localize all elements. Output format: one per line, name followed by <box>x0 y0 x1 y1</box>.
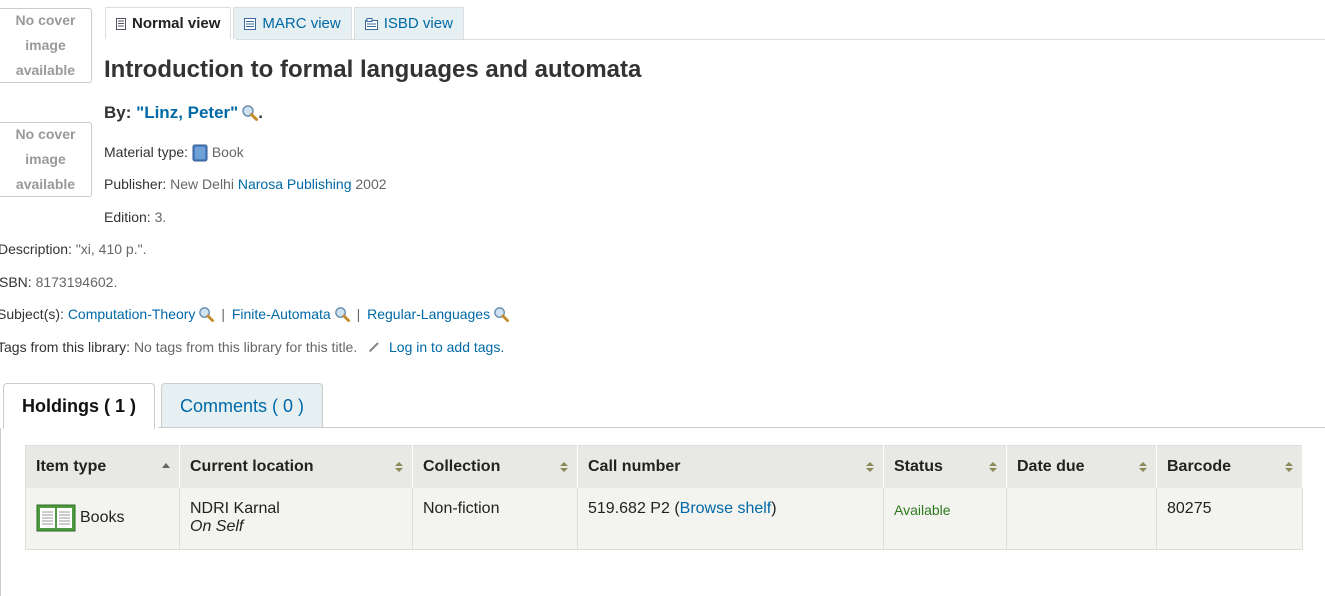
cell-status: Available <box>883 487 1007 550</box>
column-header-call-number[interactable]: Call number <box>577 445 884 488</box>
sort-both-icon <box>989 462 997 472</box>
cell-barcode: 80275 <box>1156 487 1303 550</box>
sublocation-value: On Self <box>190 517 244 535</box>
open-book-icon <box>36 504 76 531</box>
tab-divider <box>236 39 1325 40</box>
column-header-current-location[interactable]: Current location <box>179 445 413 488</box>
subject-separator: | <box>221 306 225 322</box>
column-header-barcode[interactable]: Barcode <box>1156 445 1303 488</box>
tags-label: Tags from this library: <box>0 339 131 355</box>
description-value: "xi, 410 p.". <box>75 241 147 257</box>
sort-both-icon <box>1285 462 1293 472</box>
location-value: NDRI Karnal <box>190 499 280 517</box>
column-header-collection[interactable]: Collection <box>412 445 578 488</box>
panel-border <box>0 428 1 596</box>
tab-marc-view[interactable]: MARC view <box>233 7 352 39</box>
subject-link[interactable]: Regular-Languages <box>367 306 490 322</box>
search-icon[interactable] <box>493 306 510 322</box>
search-icon[interactable] <box>198 306 215 322</box>
publisher-row: Publisher: New Delhi Narosa Publishing 2… <box>104 176 387 192</box>
publisher-year: 2002 <box>355 176 387 192</box>
tags-text: No tags from this library for this title… <box>133 339 358 355</box>
sort-both-icon <box>1139 462 1147 472</box>
holdings-table: Item type Current location Collection Ca… <box>25 445 1303 550</box>
description-row: Description: "xi, 410 p.". <box>0 241 146 257</box>
publisher-place: New Delhi <box>170 176 234 192</box>
publisher-label: Publisher: <box>104 176 167 192</box>
browse-shelf-link[interactable]: Browse shelf <box>680 500 772 517</box>
cell-location: NDRI Karnal On Self <box>179 487 413 550</box>
tab-label: MARC view <box>262 15 341 32</box>
isbn-value: 8173194602. <box>35 274 118 290</box>
cover-text-line: available <box>15 62 76 78</box>
column-header-status[interactable]: Status <box>883 445 1007 488</box>
cell-item-type: Books <box>25 487 180 550</box>
isbn-row: SBN: 8173194602. <box>0 274 117 290</box>
book-icon <box>192 144 208 162</box>
cover-image-placeholder: No cover image available <box>0 8 92 83</box>
author-line: By: "Linz, Peter". <box>104 103 263 123</box>
subjects-label: Subject(s): <box>0 306 64 322</box>
publisher-link[interactable]: Narosa Publishing <box>238 176 352 192</box>
edition-label: Edition: <box>104 209 151 225</box>
tab-label: ISBD view <box>383 15 453 32</box>
item-type-value: Books <box>80 508 125 526</box>
sort-both-icon <box>395 462 403 472</box>
subjects-row: Subject(s): Computation-Theory | Finite-… <box>0 306 510 322</box>
holdings-tabs: Holdings ( 1 ) Comments ( 0 ) <box>3 383 329 429</box>
isbn-label: SBN: <box>0 274 32 290</box>
call-number-value: 519.682 P2 <box>588 499 670 517</box>
column-header-item-type[interactable]: Item type <box>25 445 180 488</box>
by-label: By: <box>104 103 132 122</box>
cover-text-line: image <box>25 37 66 53</box>
tab-holdings[interactable]: Holdings ( 1 ) <box>3 383 155 429</box>
record-title: Introduction to formal languages and aut… <box>104 56 642 83</box>
column-header-date-due[interactable]: Date due <box>1006 445 1157 488</box>
sort-both-icon <box>560 462 568 472</box>
subject-link[interactable]: Computation-Theory <box>68 306 196 322</box>
isbd-card-icon <box>364 17 378 30</box>
marc-list-icon <box>244 17 257 30</box>
material-type-row: Material type: Book <box>104 144 244 162</box>
tab-comments[interactable]: Comments ( 0 ) <box>161 383 324 428</box>
author-link[interactable]: "Linz, Peter" <box>136 103 238 122</box>
cover-text-line: available <box>15 176 76 192</box>
sort-asc-icon <box>162 463 170 468</box>
subject-separator: | <box>356 306 361 322</box>
cell-date-due <box>1006 487 1157 550</box>
table-header-row: Item type Current location Collection Ca… <box>25 445 1303 488</box>
edition-row: Edition: 3. <box>104 209 166 225</box>
tag-pencil-icon <box>369 342 379 352</box>
document-icon <box>116 17 126 30</box>
tags-row: Tags from this library: No tags from thi… <box>0 339 504 355</box>
login-to-add-tags-link[interactable]: Log in to add tags. <box>389 339 504 355</box>
cover-text-line: No cover <box>15 12 76 28</box>
search-icon[interactable] <box>334 306 350 322</box>
tab-label: Normal view <box>132 15 221 32</box>
material-type-label: Material type: <box>104 144 189 160</box>
search-icon[interactable] <box>241 104 259 121</box>
tab-isbd-view[interactable]: ISBD view <box>353 7 464 39</box>
table-row: Books NDRI Karnal On Self Non-fiction 51… <box>25 487 1303 550</box>
status-badge: Available <box>894 501 951 518</box>
tab-normal-view[interactable]: Normal view <box>105 7 232 39</box>
view-tabs: Normal view MARC view ISBD view <box>105 7 466 40</box>
cover-text-line: No cover <box>15 126 76 142</box>
tab-divider <box>158 427 1325 428</box>
author-end: . <box>258 103 263 122</box>
sort-both-icon <box>866 462 874 472</box>
cell-call-number: 519.682 P2 (Browse shelf) <box>577 487 884 550</box>
cover-image-placeholder: No cover image available <box>0 122 92 197</box>
subject-link[interactable]: Finite-Automata <box>232 306 331 322</box>
edition-value: 3. <box>154 209 167 225</box>
cover-text-line: image <box>25 151 66 167</box>
material-type-value: Book <box>211 144 244 160</box>
description-label: Description: <box>0 241 72 257</box>
call-close-paren: ) <box>771 499 777 517</box>
cell-collection: Non-fiction <box>412 487 578 550</box>
